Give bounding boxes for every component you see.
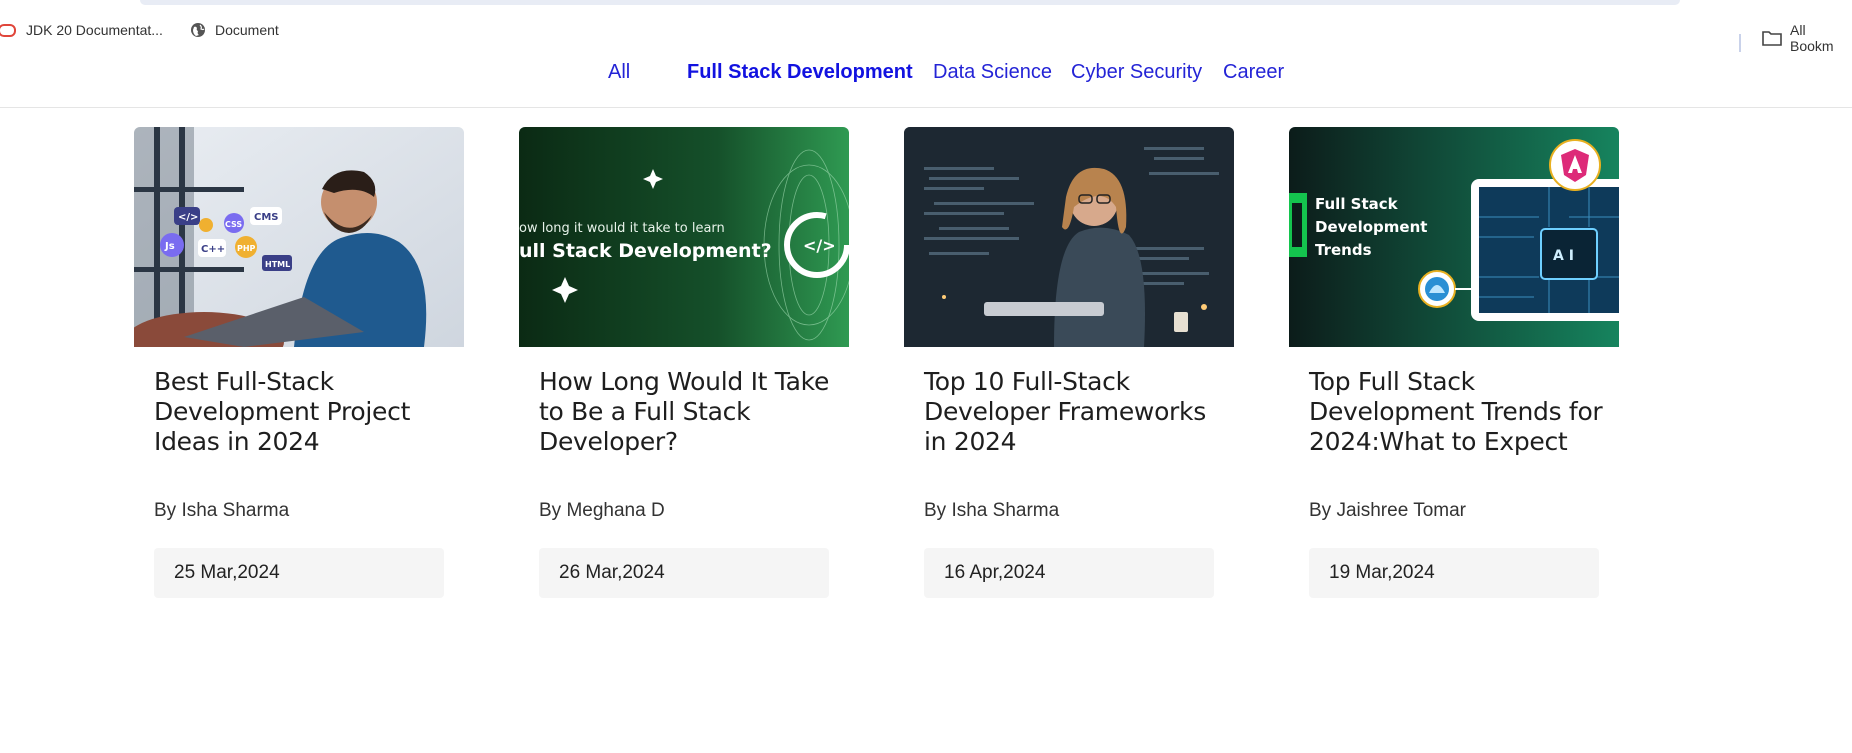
ai-chip-label: A I — [1553, 248, 1574, 264]
all-bookmarks-label: All Bookm — [1790, 22, 1834, 54]
article-author: By Isha Sharma — [154, 500, 290, 521]
thumb-line1: ow long it would it take to learn — [519, 221, 725, 236]
article-author: By Meghana D — [539, 500, 665, 521]
article-date: 16 Apr,2024 — [924, 548, 1214, 598]
badge-cpp-text: C++ — [201, 244, 225, 255]
article-thumbnail[interactable]: Full Stack Development Trends A I — [1289, 127, 1619, 347]
article-title[interactable]: Best Full-Stack Development Project Idea… — [154, 367, 454, 457]
tab-cyber-security[interactable]: Cyber Security — [1071, 61, 1202, 84]
globe-icon — [190, 22, 206, 38]
article-title[interactable]: Top Full Stack Development Trends for 20… — [1309, 367, 1609, 457]
thumb-line2: ull Stack Development? — [519, 240, 772, 262]
bookmarks-separator — [1739, 34, 1741, 52]
article-author: By Isha Sharma — [924, 500, 1060, 521]
folder-icon — [1762, 30, 1782, 46]
category-tabs: All Full Stack Development Data Science … — [0, 52, 1852, 108]
article-card[interactable]: </> CMS CSS Js C++ PHP HTML Best Full-St… — [134, 127, 464, 598]
thumb-line-3: Trends — [1315, 241, 1372, 259]
article-card[interactable]: Full Stack Development Trends A I Top Fu… — [1289, 127, 1619, 598]
bookmark-label: Document — [215, 22, 279, 38]
bookmarks-bar: JDK 20 Documentat... Document All Bookm — [0, 14, 1852, 54]
badge-code-text: </> — [178, 212, 198, 223]
badge-php-text: PHP — [237, 244, 256, 253]
bookmark-label: JDK 20 Documentat... — [26, 22, 163, 38]
article-date: 25 Mar,2024 — [154, 548, 444, 598]
article-card[interactable]: Top 10 Full-Stack Developer Frameworks i… — [904, 127, 1234, 598]
address-bar-edge — [140, 0, 1680, 5]
article-title[interactable]: How Long Would It Take to Be a Full Stac… — [539, 367, 839, 457]
article-thumbnail[interactable]: </> CMS CSS Js C++ PHP HTML — [134, 127, 464, 347]
article-author: By Jaishree Tomar — [1309, 500, 1466, 521]
bookmark-document[interactable]: Document — [190, 22, 279, 38]
article-card[interactable]: </> ow long it would it take to learn ul… — [519, 127, 849, 598]
article-date: 19 Mar,2024 — [1309, 548, 1599, 598]
badge-html-text: HTML — [265, 260, 290, 269]
tab-full-stack-development[interactable]: Full Stack Development — [687, 61, 913, 84]
article-title[interactable]: Top 10 Full-Stack Developer Frameworks i… — [924, 367, 1224, 457]
code-glyph: </> — [803, 236, 836, 255]
tab-all[interactable]: All — [608, 61, 630, 84]
oracle-icon — [0, 23, 16, 37]
badge-cms-text: CMS — [254, 212, 279, 223]
thumb-line-2: Development — [1315, 218, 1427, 236]
all-bookmarks-button[interactable]: All Bookm — [1762, 22, 1852, 54]
badge-css-text: CSS — [225, 220, 242, 229]
bookmark-jdk-docs[interactable]: JDK 20 Documentat... — [0, 22, 163, 38]
article-thumbnail[interactable]: </> ow long it would it take to learn ul… — [519, 127, 849, 347]
tab-career[interactable]: Career — [1223, 61, 1284, 84]
tab-data-science[interactable]: Data Science — [933, 61, 1052, 84]
article-thumbnail[interactable] — [904, 127, 1234, 347]
thumb-line-1: Full Stack — [1315, 195, 1399, 213]
badge-js-text: Js — [164, 241, 175, 252]
article-date: 26 Mar,2024 — [539, 548, 829, 598]
